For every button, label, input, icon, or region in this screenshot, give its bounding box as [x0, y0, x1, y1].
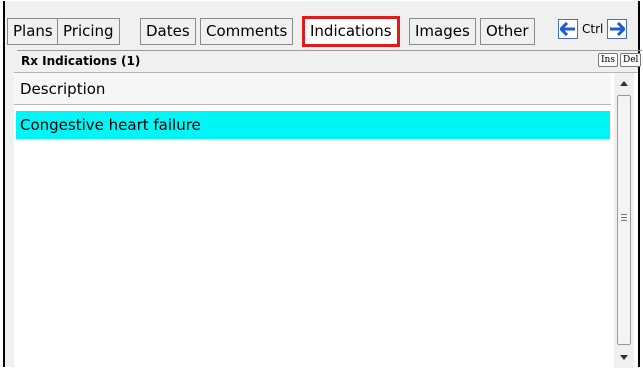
arrow-left-icon	[560, 22, 575, 36]
delete-button[interactable]: Del	[620, 53, 642, 67]
panel-header: Rx Indications (1) Ins Del	[17, 50, 642, 71]
indications-grid: Description Congestive heart failure	[14, 72, 638, 368]
vertical-scrollbar[interactable]	[614, 73, 634, 368]
chevron-up-icon	[620, 81, 628, 86]
tab-pricing[interactable]: Pricing	[57, 18, 120, 45]
prev-tab-button[interactable]	[558, 19, 578, 39]
arrow-right-icon	[610, 22, 626, 36]
grip-icon	[621, 214, 627, 223]
tab-bar: Plans Pricing Dates Comments Indications…	[7, 16, 627, 48]
ctrl-label: Ctrl	[582, 22, 604, 36]
scrollbar-thumb[interactable]	[617, 95, 631, 345]
tab-images[interactable]: Images	[409, 18, 476, 45]
column-header-description[interactable]: Description	[14, 73, 611, 105]
tab-plans[interactable]: Plans	[7, 18, 59, 45]
table-row[interactable]: Congestive heart failure	[16, 111, 610, 139]
insert-button[interactable]: Ins	[598, 53, 618, 67]
tab-navigation: Ctrl	[558, 19, 628, 39]
chevron-down-icon	[620, 355, 628, 360]
tab-dates[interactable]: Dates	[140, 18, 196, 45]
tab-indications[interactable]: Indications	[302, 16, 400, 47]
scroll-up-button[interactable]	[614, 73, 634, 93]
tab-other[interactable]: Other	[480, 18, 535, 45]
next-tab-button[interactable]	[607, 19, 628, 39]
panel-title: Rx Indications (1)	[21, 54, 141, 68]
tab-comments[interactable]: Comments	[200, 18, 294, 45]
scroll-down-button[interactable]	[614, 348, 634, 368]
